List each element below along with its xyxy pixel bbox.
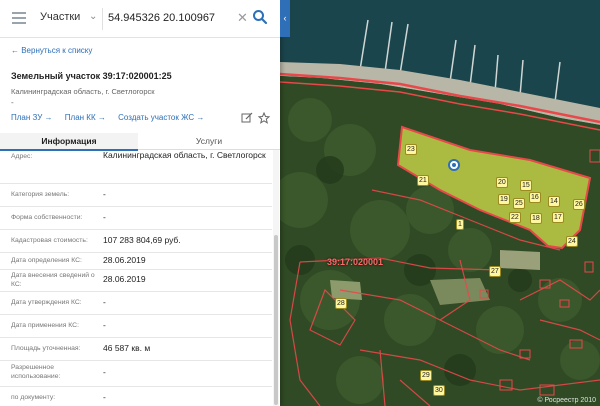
lot-number-tag: 25: [513, 198, 525, 209]
tab-bar: Информация Услуги: [0, 133, 280, 151]
location-pin-icon[interactable]: [448, 159, 460, 171]
row-label: Форма собственности:: [11, 214, 83, 221]
row-label: Категория земель:: [11, 191, 70, 198]
lot-number-tag: 1: [456, 219, 464, 230]
row-value: -: [103, 189, 106, 199]
lot-number-tag: 20: [496, 177, 508, 188]
search-icon[interactable]: [252, 9, 268, 25]
tab-services[interactable]: Услуги: [138, 133, 280, 149]
close-icon[interactable]: ✕: [237, 10, 248, 26]
table-row: Разрешенное использование: -: [0, 360, 272, 387]
lot-number-tag: 22: [509, 212, 521, 223]
search-bar: Участки ⌄ ✕: [0, 0, 280, 38]
row-label: по документу:: [11, 394, 56, 401]
lot-number-tag: 28: [335, 298, 347, 309]
table-row: Дата внесения сведений о КС: 28.06.2019: [0, 269, 272, 292]
table-row: по документу: -: [0, 386, 272, 406]
row-value: 28.06.2019: [103, 255, 146, 265]
lot-number-tag: 17: [552, 212, 564, 223]
scrollbar-thumb[interactable]: [274, 235, 278, 405]
row-label: Дата утверждения КС:: [11, 299, 82, 306]
category-select[interactable]: Участки: [40, 11, 80, 23]
lot-number-tag: 26: [573, 199, 585, 210]
create-parcel-link[interactable]: Создать участок ЖС →: [118, 113, 204, 122]
lot-number-tag: 18: [530, 213, 542, 224]
lot-number-tag: 27: [489, 266, 501, 277]
lot-number-tag: 15: [520, 180, 532, 191]
divider: [102, 8, 103, 30]
lot-number-tag: 24: [566, 236, 578, 247]
row-value: 107 283 804,69 руб.: [103, 235, 181, 245]
row-value: 28.06.2019: [103, 274, 146, 284]
table-row: Адрес: Калининградская область, г. Светл…: [0, 150, 272, 184]
row-label: Дата применения КС:: [11, 322, 79, 329]
parcel-address: Калининградская область, г. Светлогорск: [11, 87, 155, 96]
row-label: Дата внесения сведений о КС:: [11, 272, 95, 288]
table-row: Дата утверждения КС: -: [0, 291, 272, 315]
row-value: 46 587 кв. м: [103, 343, 151, 353]
parcel-subtitle: -: [11, 98, 14, 107]
table-row: Дата применения КС: -: [0, 314, 272, 338]
row-value: Калининградская область, г. Светлогорск: [103, 150, 266, 160]
row-label: Дата определения КС:: [11, 257, 82, 264]
row-value: -: [103, 212, 106, 222]
row-value: -: [103, 392, 106, 402]
lot-number-tag: 19: [498, 194, 510, 205]
chevron-down-icon[interactable]: ⌄: [89, 11, 97, 22]
cadastral-block-label: 39:17:020001: [327, 257, 384, 267]
row-label: Площадь уточненная:: [11, 345, 81, 352]
chevron-left-icon[interactable]: ‹: [280, 0, 290, 37]
edit-icon[interactable]: [241, 112, 253, 124]
row-label: Адрес:: [11, 153, 33, 160]
back-to-list-link[interactable]: ← Вернуться к списку: [11, 46, 92, 55]
tab-information[interactable]: Информация: [0, 133, 138, 151]
table-row: Форма собственности: -: [0, 206, 272, 230]
lot-number-tag: 29: [420, 370, 432, 381]
star-icon[interactable]: [258, 112, 270, 124]
row-label: Разрешенное использование:: [11, 364, 61, 380]
row-label: Кадастровая стоимость:: [11, 237, 88, 244]
info-panel: Участки ⌄ ✕ ← Вернуться к списку Земельн…: [0, 0, 280, 406]
lot-number-tag: 16: [529, 192, 541, 203]
row-value: -: [103, 320, 106, 330]
lot-number-tag: 14: [548, 196, 560, 207]
table-row: Категория земель: -: [0, 183, 272, 207]
lot-number-tag: 21: [417, 175, 429, 186]
table-row: Площадь уточненная: 46 587 кв. м: [0, 337, 272, 361]
coordinates-input[interactable]: [108, 7, 238, 29]
row-value: -: [103, 367, 106, 377]
page-title: Земельный участок 39:17:020001:25: [11, 71, 172, 81]
plan-links: План ЗУ → План КК → Создать участок ЖС →: [11, 113, 214, 122]
row-value: -: [103, 297, 106, 307]
lot-number-tag: 23: [405, 144, 417, 155]
menu-icon[interactable]: [12, 12, 26, 24]
map-attribution: © Росреестр 2010: [537, 397, 596, 404]
lot-number-tag: 30: [433, 385, 445, 396]
table-row: Кадастровая стоимость: 107 283 804,69 ру…: [0, 229, 272, 253]
plan-kk-link[interactable]: План КК →: [65, 113, 106, 122]
plan-zu-link[interactable]: План ЗУ →: [11, 113, 53, 122]
table-row: Дата определения КС: 28.06.2019: [0, 252, 272, 270]
